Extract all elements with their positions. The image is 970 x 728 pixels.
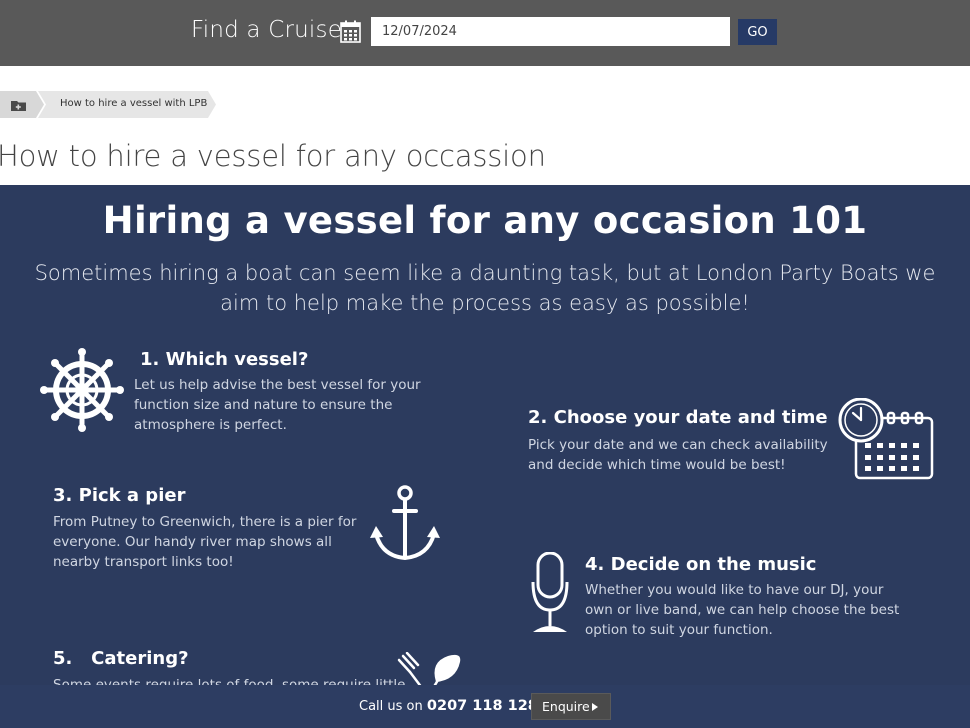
page-title: How to hire a vessel for any occassion [0, 139, 546, 173]
go-button[interactable]: GO [738, 19, 777, 45]
microphone-icon [531, 552, 569, 632]
enquire-button[interactable]: Enquire [531, 693, 611, 720]
how-to-hire-section: Hiring a vessel for any occasion 101 Som… [0, 185, 970, 728]
call-bar: Call us on 0207 118 1281 or Enquire [0, 685, 970, 728]
phone-number[interactable]: 0207 118 1281 [427, 698, 548, 714]
step-4-text: Whether you would like to have our DJ, y… [585, 582, 900, 638]
call-prefix: Call us on [359, 699, 423, 714]
breadcrumb-current[interactable]: How to hire a vessel with LPB [38, 91, 216, 118]
step-4-title: 4. Decide on the music [585, 554, 817, 575]
clock-calendar-icon [838, 398, 934, 480]
date-input[interactable] [371, 17, 730, 46]
ship-wheel-icon [40, 348, 124, 432]
breadcrumb-current-label: How to hire a vessel with LPB [60, 98, 208, 109]
calendar-icon[interactable] [340, 20, 361, 43]
breadcrumb-home[interactable] [0, 91, 44, 118]
step-3-text: From Putney to Greenwich, there is a pie… [53, 514, 357, 570]
step-2-text: Pick your date and we can check availabi… [528, 437, 828, 473]
step-3-title: 3. Pick a pier [53, 485, 186, 506]
section-heading: Hiring a vessel for any occasion 101 [102, 199, 868, 242]
step-2-title: 2. Choose your date and time [528, 407, 828, 428]
step-1-title: 1. Which vessel? [140, 349, 309, 370]
home-icon [11, 101, 26, 111]
find-cruise-title: Find a Cruise [191, 17, 343, 43]
enquire-label: Enquire [542, 699, 590, 714]
step-5-title: 5. Catering? [53, 648, 189, 669]
play-arrow-icon [592, 703, 598, 711]
step-1-text: Let us help advise the best vessel for y… [134, 377, 421, 433]
section-subheading: Sometimes hiring a boat can seem like a … [34, 261, 936, 315]
anchor-icon [370, 485, 440, 561]
search-bar: Find a Cruise GO [0, 0, 970, 66]
